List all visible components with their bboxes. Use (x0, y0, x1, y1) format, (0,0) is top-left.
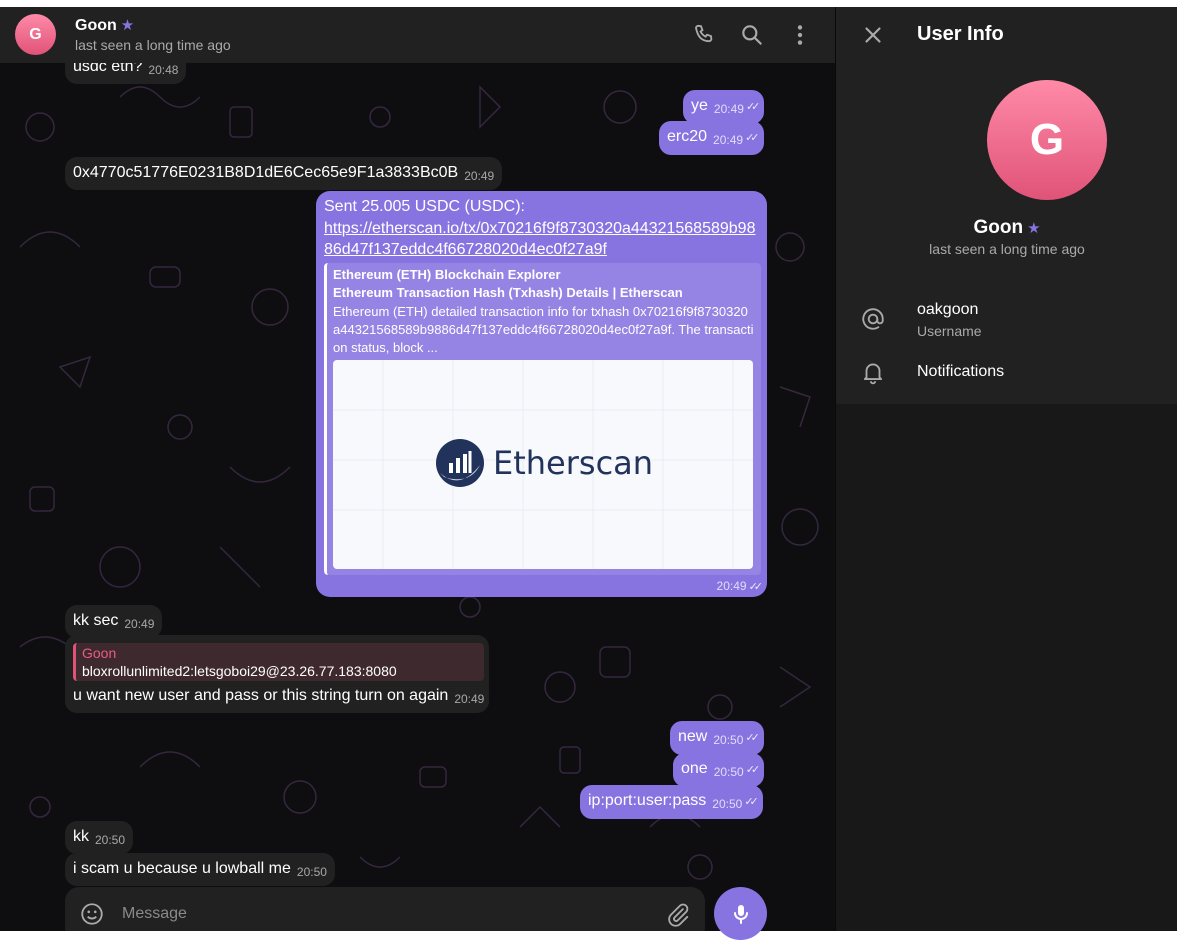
notifications-label: Notifications (917, 363, 1005, 380)
phone-icon[interactable] (691, 22, 717, 48)
message-outgoing[interactable]: ip:port:user:pass 20:50 ✓✓ (580, 785, 763, 819)
message-time: 20:49 ✓✓ (716, 579, 764, 593)
message-time: 20:49 (454, 692, 485, 706)
contact-name-text: Goon (75, 17, 117, 34)
preview-description: Ethereum (ETH) detailed transaction info… (333, 304, 754, 355)
message-time: 20:48 (148, 63, 179, 77)
microphone-icon (733, 904, 748, 924)
profile-name: Goon ★ (836, 217, 1177, 239)
message-time: 20:50 (296, 865, 327, 879)
message-text: kk sec (73, 612, 119, 629)
message-text: kk (73, 828, 89, 845)
message-time: 20:49 (713, 102, 744, 116)
message-outgoing[interactable]: new 20:50 ✓✓ (670, 721, 764, 755)
message-incoming[interactable]: kk 20:50 (65, 821, 134, 854)
message-text: i scam u because u lowball me (73, 860, 291, 877)
etherscan-brand-text: Etherscan (493, 444, 654, 482)
search-icon[interactable] (739, 22, 765, 48)
username-label: Username (917, 323, 982, 339)
contact-avatar[interactable]: G (15, 14, 56, 55)
message-time: 20:50 (713, 765, 744, 779)
chat-area: G Goon ★ last seen a long time ago usdc e… (0, 7, 835, 931)
read-checkmarks-icon: ✓✓ (745, 101, 761, 113)
message-text: one (681, 760, 708, 777)
message-composer (65, 887, 705, 931)
message-text: erc20 (667, 128, 708, 145)
message-time: 20:50 (95, 833, 126, 847)
user-info-card: User Info G Goon ★ last seen a long time … (836, 7, 1177, 404)
avatar-letter: G (1029, 115, 1065, 164)
link-preview[interactable]: Ethereum (ETH) Blockchain Explorer Ether… (324, 263, 761, 575)
premium-star-icon: ★ (120, 17, 135, 34)
etherscan-logo-icon (436, 439, 484, 487)
at-sign-icon (860, 306, 886, 332)
message-text: new (678, 728, 708, 745)
message-input[interactable] (120, 900, 664, 928)
message-time: 20:49 (713, 133, 744, 147)
preview-title: Ethereum Transaction Hash (Txhash) Detai… (333, 285, 683, 300)
telegram-app: G Goon ★ last seen a long time ago usdc e… (0, 7, 1177, 940)
read-checkmarks-icon: ✓✓ (744, 796, 759, 808)
message-body: u want new user and pass or this string … (73, 687, 485, 706)
message-list: usdc eth? 20:48 ye 20:49 ✓✓ erc20 20:49 ✓✓ 0x… (0, 7, 835, 931)
message-incoming-reply[interactable]: Goon bloxrollunlimited2:letsgoboi29@23.2… (65, 635, 489, 713)
contact-status: last seen a long time ago (75, 37, 231, 53)
bell-icon (860, 359, 886, 385)
message-time: 20:50 (713, 733, 744, 747)
message-text: Sent 25.005 USDC (USDC): (324, 198, 525, 215)
message-time: 20:49 (464, 169, 495, 183)
message-outgoing-link[interactable]: Sent 25.005 USDC (USDC): https://ethersc… (316, 191, 767, 597)
message-incoming[interactable]: 0x4770c51776E0231B8D1dE6Cec65e9F1a3833Bc… (65, 157, 503, 190)
read-checkmarks-icon: ✓✓ (745, 764, 761, 776)
profile-status: last seen a long time ago (929, 241, 1085, 257)
preview-image[interactable]: Etherscan (333, 360, 753, 569)
premium-star-icon: ★ (1027, 220, 1041, 237)
user-info-panel: User Info G Goon ★ last seen a long time … (835, 7, 1177, 931)
message-text: ip:port:user:pass (588, 792, 707, 809)
emoji-icon[interactable] (79, 901, 105, 927)
message-incoming[interactable]: kk sec 20:49 (65, 605, 163, 638)
message-outgoing[interactable]: erc20 20:49 ✓✓ (659, 121, 764, 155)
avatar-letter: G (29, 25, 42, 43)
chat-header[interactable]: G Goon ★ last seen a long time ago (0, 7, 835, 63)
message-outgoing[interactable]: ye 20:49 ✓✓ (683, 90, 765, 124)
preview-site-name: Ethereum (ETH) Blockchain Explorer (333, 267, 561, 282)
more-vertical-icon[interactable] (787, 22, 813, 48)
profile-name-text: Goon (973, 217, 1024, 238)
message-text: u want new user and pass or this string … (73, 687, 449, 704)
read-checkmarks-icon: ✓✓ (745, 732, 760, 744)
username-value: oakgoon (917, 301, 979, 318)
message-text: ye (691, 97, 708, 114)
quote-text: bloxrollunlimited2:letsgoboi29@23.26.77.… (82, 663, 397, 679)
close-icon[interactable] (860, 22, 886, 48)
message-incoming[interactable]: i scam u because u lowball me 20:50 (65, 853, 335, 886)
contact-name: Goon ★ (75, 16, 134, 35)
reply-quote[interactable]: Goon bloxrollunlimited2:letsgoboi29@23.2… (73, 643, 484, 681)
voice-record-button[interactable] (714, 887, 767, 940)
panel-title: User Info (917, 23, 1004, 45)
message-outgoing[interactable]: one 20:50 ✓✓ (673, 753, 765, 787)
message-text: 0x4770c51776E0231B8D1dE6Cec65e9F1a3833Bc… (73, 164, 459, 181)
quote-author: Goon (82, 645, 117, 661)
message-time: 20:49 (124, 617, 155, 631)
etherscan-link[interactable]: https://etherscan.io/tx/0x70216f9f873032… (324, 218, 756, 260)
read-checkmarks-icon: ✓✓ (745, 132, 760, 144)
message-time-text: 20:49 (716, 579, 747, 593)
profile-avatar[interactable]: G (987, 80, 1107, 200)
message-time: 20:50 (712, 797, 743, 811)
read-checkmarks-icon: ✓✓ (748, 581, 764, 593)
attach-icon[interactable] (665, 901, 691, 927)
